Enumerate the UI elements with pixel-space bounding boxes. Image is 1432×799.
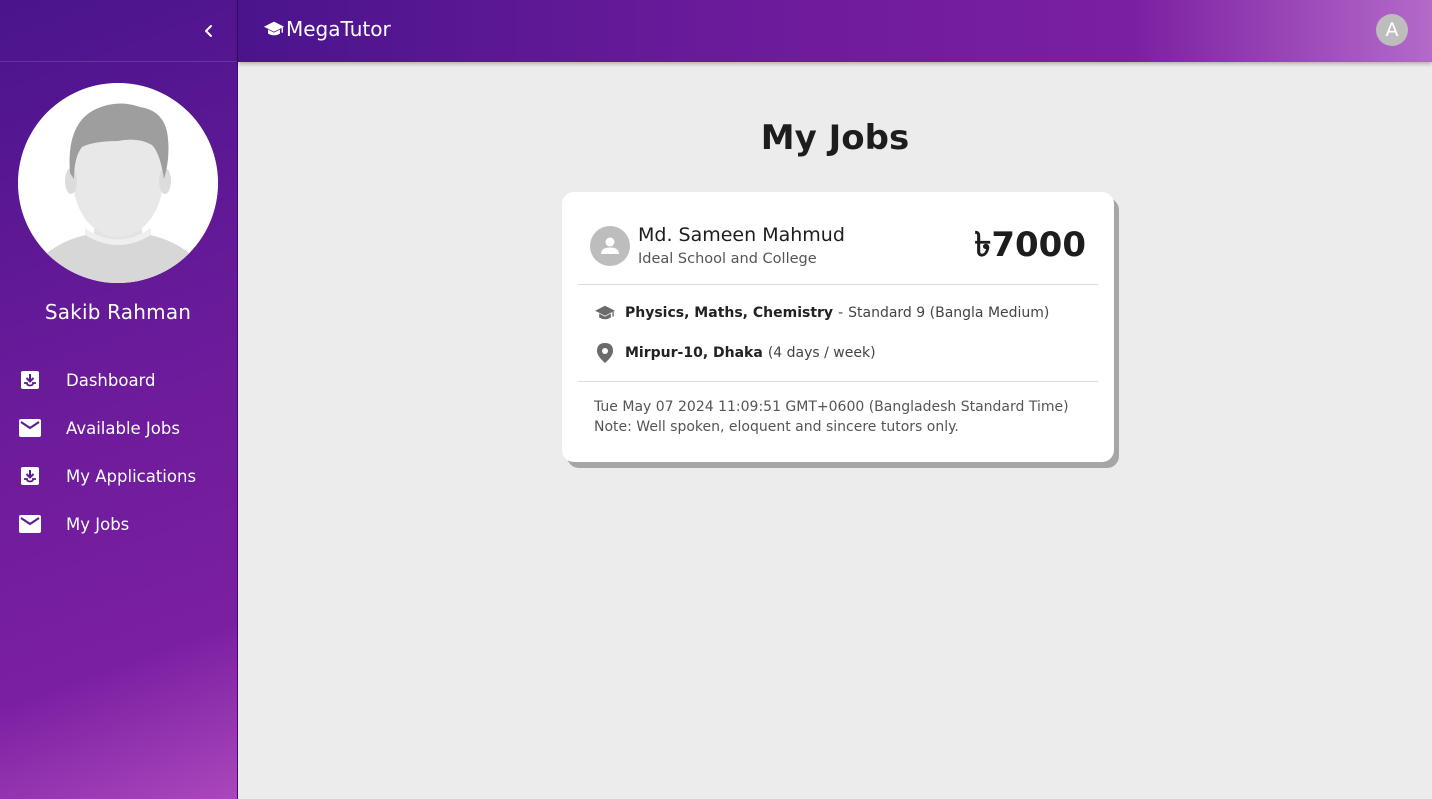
class-info: Standard 9 (Bangla Medium) bbox=[848, 305, 1050, 321]
schedule: (4 days / week) bbox=[767, 345, 876, 361]
posted-date: Tue May 07 2024 11:09:51 GMT+0600 (Bangl… bbox=[594, 399, 1069, 415]
poster-school: Ideal School and College bbox=[638, 251, 817, 267]
subjects: Physics, Maths, Chemistry bbox=[625, 305, 834, 321]
chevron-left-icon bbox=[205, 25, 212, 37]
mail-icon bbox=[19, 513, 41, 535]
graduation-cap-icon bbox=[263, 21, 285, 36]
sidebar: Sakib Rahman Dashboard Available Jobs My… bbox=[0, 0, 238, 799]
sidebar-item-label: My Applications bbox=[66, 466, 197, 486]
location-pin-icon bbox=[594, 342, 616, 364]
location-row: Mirpur-10, Dhaka (4 days / week) bbox=[594, 342, 876, 364]
divider bbox=[578, 284, 1098, 285]
person-icon bbox=[601, 237, 619, 254]
inbox-download-icon bbox=[19, 465, 41, 487]
sidebar-item-label: Available Jobs bbox=[66, 418, 180, 438]
subjects-row: Physics, Maths, Chemistry - Standard 9 (… bbox=[594, 302, 1049, 324]
job-card[interactable]: Md. Sameen Mahmud Ideal School and Colle… bbox=[562, 192, 1114, 462]
top-app-bar: MegaTutor A bbox=[238, 0, 1432, 62]
sidebar-item-available-jobs[interactable]: Available Jobs bbox=[0, 404, 236, 452]
sidebar-header bbox=[0, 0, 237, 62]
job-card-header: Md. Sameen Mahmud Ideal School and Colle… bbox=[590, 219, 1086, 269]
mail-icon bbox=[19, 417, 41, 439]
sidebar-nav: Dashboard Available Jobs My Applications… bbox=[0, 356, 236, 548]
salary: ৳7000 bbox=[974, 225, 1086, 265]
sidebar-item-dashboard[interactable]: Dashboard bbox=[0, 356, 236, 404]
sidebar-item-label: My Jobs bbox=[66, 514, 130, 534]
user-silhouette-icon bbox=[18, 83, 218, 283]
poster-avatar bbox=[590, 226, 630, 266]
brand-logo[interactable]: MegaTutor bbox=[263, 17, 391, 41]
subjects-separator: - bbox=[838, 305, 844, 321]
sidebar-item-label: Dashboard bbox=[66, 370, 156, 390]
brand-name: MegaTutor bbox=[286, 17, 391, 41]
inbox-download-icon bbox=[19, 369, 41, 391]
profile-avatar bbox=[18, 83, 218, 283]
sidebar-item-my-applications[interactable]: My Applications bbox=[0, 452, 236, 500]
divider bbox=[578, 381, 1098, 382]
school-icon bbox=[594, 302, 616, 324]
user-name: Sakib Rahman bbox=[44, 300, 192, 324]
job-note: Note: Well spoken, eloquent and sincere … bbox=[594, 419, 959, 435]
poster-name: Md. Sameen Mahmud bbox=[638, 224, 845, 246]
collapse-sidebar-button[interactable] bbox=[196, 18, 222, 44]
account-avatar-button[interactable]: A bbox=[1376, 14, 1408, 46]
page-title: My Jobs bbox=[760, 118, 910, 158]
sidebar-item-my-jobs[interactable]: My Jobs bbox=[0, 500, 236, 548]
location: Mirpur-10, Dhaka bbox=[625, 345, 763, 361]
